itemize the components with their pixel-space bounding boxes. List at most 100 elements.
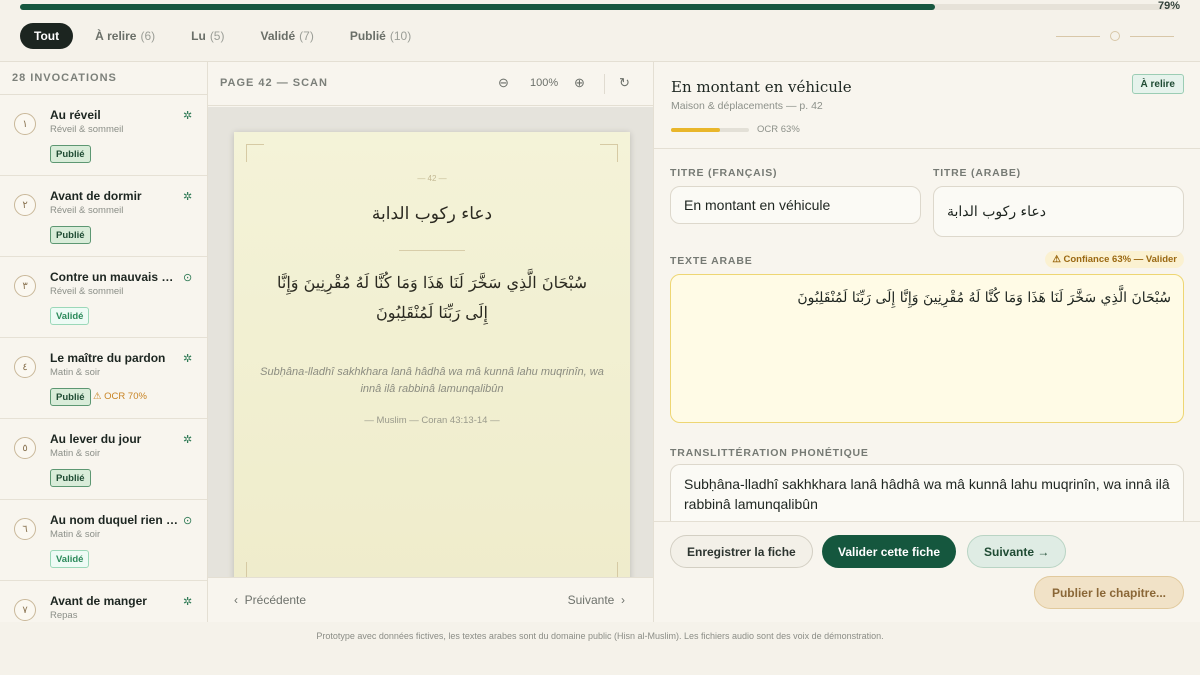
progress-percent: 79% bbox=[1157, 0, 1180, 12]
page-corner-ornament bbox=[600, 144, 618, 162]
list-item[interactable]: ٣ Contre un mauvais rêve Réveil & sommei… bbox=[0, 257, 207, 338]
title-fr-label: TITRE (FRANÇAIS) bbox=[670, 167, 778, 179]
list-item[interactable]: ٤ Le maître du pardon Matin & soir ✲ Pub… bbox=[0, 338, 207, 419]
arabic-text-label: TEXTE ARABE bbox=[670, 255, 753, 267]
viewer-toolbar: PAGE 42 — SCAN ⊖ 100% ⊕ ↻ bbox=[208, 62, 653, 106]
list-item[interactable]: ٧ Avant de manger Repas ✲ bbox=[0, 581, 207, 622]
scan-canvas[interactable]: — 42 — دعاء ركوب الدابة سُبْحَانَ الَّذِ… bbox=[208, 107, 653, 577]
previous-label: Précédente bbox=[244, 593, 307, 607]
item-category: Matin & soir bbox=[50, 448, 101, 459]
next-record-button[interactable]: Suivante → bbox=[967, 535, 1067, 568]
footer-note: Prototype avec données fictives, les tex… bbox=[316, 631, 884, 641]
ocr-label: OCR 63% bbox=[757, 124, 800, 135]
zoom-out-icon[interactable]: ⊖ bbox=[498, 75, 509, 91]
sparkle-icon: ✲ bbox=[183, 191, 193, 203]
check-circle-icon: ⊙ bbox=[183, 515, 193, 527]
page-divider bbox=[399, 250, 465, 251]
workspace: 28 INVOCATIONS ١ Au réveil Réveil & somm… bbox=[0, 61, 1200, 622]
status-badge: Publié bbox=[50, 469, 91, 487]
item-title: Au réveil bbox=[50, 108, 101, 122]
status-badge: Publié bbox=[50, 388, 91, 406]
list-item[interactable]: ١ Au réveil Réveil & sommeil ✲ Publié bbox=[0, 95, 207, 176]
tab-label: Tout bbox=[34, 29, 60, 43]
tab-label: Lu bbox=[191, 29, 206, 43]
item-category: Matin & soir bbox=[50, 529, 101, 540]
list-item[interactable]: ٦ Au nom duquel rien ne nuit Matin & soi… bbox=[0, 500, 207, 581]
item-number: ١ bbox=[14, 113, 36, 135]
page-corner-ornament bbox=[600, 562, 618, 577]
global-progress-bar bbox=[20, 4, 1178, 10]
previous-page-button[interactable]: ‹ Précédente bbox=[234, 593, 306, 607]
item-number: ٢ bbox=[14, 194, 36, 216]
sparkle-icon: ✲ bbox=[183, 596, 193, 608]
item-title: Au nom duquel rien ne nuit bbox=[50, 513, 178, 527]
title-ar-label: TITRE (ARABE) bbox=[933, 167, 1021, 179]
tab-label: À relire bbox=[95, 29, 137, 43]
zoom-in-icon[interactable]: ⊕ bbox=[574, 75, 585, 91]
record-title: En montant en véhicule bbox=[671, 78, 852, 96]
page-corner-ornament bbox=[246, 144, 264, 162]
record-editor: En montant en véhicule Maison & déplacem… bbox=[654, 62, 1200, 622]
progress-fill bbox=[20, 4, 935, 10]
page-arabic-text: سُبْحَانَ الَّذِي سَخَّرَ لَنَا هَذَا وَ… bbox=[276, 273, 588, 322]
editor-header: En montant en véhicule Maison & déplacem… bbox=[654, 62, 1200, 149]
tab-count: (7) bbox=[299, 29, 314, 43]
page-reference: — Muslim — Coran 43:13-14 — bbox=[364, 415, 500, 426]
tab-validated[interactable]: Validé (7) bbox=[246, 23, 327, 49]
tab-label: Publié bbox=[349, 29, 386, 43]
status-badge: Validé bbox=[50, 307, 90, 325]
title-fr-input[interactable]: En montant en véhicule bbox=[670, 186, 921, 224]
confidence-text: Confiance 63% — Valider bbox=[1063, 254, 1177, 265]
invocation-sidebar: 28 INVOCATIONS ١ Au réveil Réveil & somm… bbox=[0, 62, 208, 622]
tab-read[interactable]: Lu (5) bbox=[177, 23, 238, 49]
ornament-icon bbox=[1110, 31, 1120, 41]
item-number: ٦ bbox=[14, 518, 36, 540]
ocr-progress-bar bbox=[671, 128, 749, 132]
item-number: ٣ bbox=[14, 275, 36, 297]
tab-published[interactable]: Publié (10) bbox=[336, 23, 425, 49]
publish-chapter-button[interactable]: Publier le chapitre... bbox=[1034, 576, 1184, 609]
item-title: Contre un mauvais rêve bbox=[50, 270, 178, 284]
ocr-progress-fill bbox=[671, 128, 721, 132]
editor-actions: Enregistrer la fiche Valider cette fiche… bbox=[654, 521, 1200, 622]
warning-icon: ⚠ bbox=[1052, 254, 1064, 265]
check-circle-icon: ⊙ bbox=[183, 272, 193, 284]
next-page-button[interactable]: Suivante › bbox=[568, 593, 625, 607]
sidebar-header: 28 INVOCATIONS bbox=[0, 62, 207, 95]
sparkle-icon: ✲ bbox=[183, 353, 193, 365]
item-title: Au lever du jour bbox=[50, 432, 142, 446]
status-badge: À relire bbox=[1131, 74, 1184, 94]
title-ar-input[interactable]: دعاء ركوب الدابة bbox=[933, 186, 1184, 237]
status-badge: Publié bbox=[50, 226, 91, 244]
ocr-warning: ⚠ OCR 70% bbox=[93, 391, 147, 402]
scanned-page: — 42 — دعاء ركوب الدابة سُبْحَانَ الَّذِ… bbox=[234, 132, 630, 577]
page-arabic-title: دعاء ركوب الدابة bbox=[371, 204, 493, 224]
next-label: Suivante bbox=[567, 593, 615, 607]
save-button[interactable]: Enregistrer la fiche bbox=[670, 535, 813, 568]
item-title: Le maître du pardon bbox=[50, 351, 166, 365]
page-transliteration: Subḥâna-lladhî sakhkhara lanâ hâdhâ wa m… bbox=[260, 366, 604, 395]
tab-count: (10) bbox=[389, 29, 412, 43]
tab-count: (6) bbox=[140, 29, 156, 43]
item-number: ٧ bbox=[14, 599, 36, 621]
arabic-text-area[interactable]: سُبْحَانَ الَّذِي سَخَّرَ لَنَا هَذَا وَ… bbox=[670, 274, 1184, 423]
filter-tabs: Tout À relire (6) Lu (5) Validé (7) Publ… bbox=[20, 23, 433, 49]
item-number: ٤ bbox=[14, 356, 36, 378]
status-badge: Publié bbox=[50, 145, 91, 163]
item-category: Matin & soir bbox=[50, 367, 101, 378]
item-category: Réveil & sommeil bbox=[50, 124, 124, 135]
list-item[interactable]: ٢ Avant de dormir Réveil & sommeil ✲ Pub… bbox=[0, 176, 207, 257]
sparkle-icon: ✲ bbox=[183, 110, 193, 122]
chevron-right-icon: › bbox=[621, 593, 625, 607]
validate-button[interactable]: Valider cette fiche bbox=[822, 535, 957, 568]
tab-to-review[interactable]: À relire (6) bbox=[81, 23, 169, 49]
transliteration-area[interactable]: Subḥâna-lladhî sakhkhara lanâ hâdhâ wa m… bbox=[670, 464, 1184, 524]
tab-all[interactable]: Tout bbox=[20, 23, 74, 49]
list-item[interactable]: ٥ Au lever du jour Matin & soir ✲ Publié bbox=[0, 419, 207, 500]
record-subtitle: Maison & déplacements — p. 42 bbox=[671, 100, 823, 112]
item-title: Avant de dormir bbox=[50, 189, 142, 203]
rotate-icon[interactable]: ↻ bbox=[619, 75, 630, 91]
item-category: Repas bbox=[50, 610, 78, 621]
page-corner-ornament bbox=[246, 562, 264, 577]
chevron-left-icon: ‹ bbox=[234, 593, 238, 607]
